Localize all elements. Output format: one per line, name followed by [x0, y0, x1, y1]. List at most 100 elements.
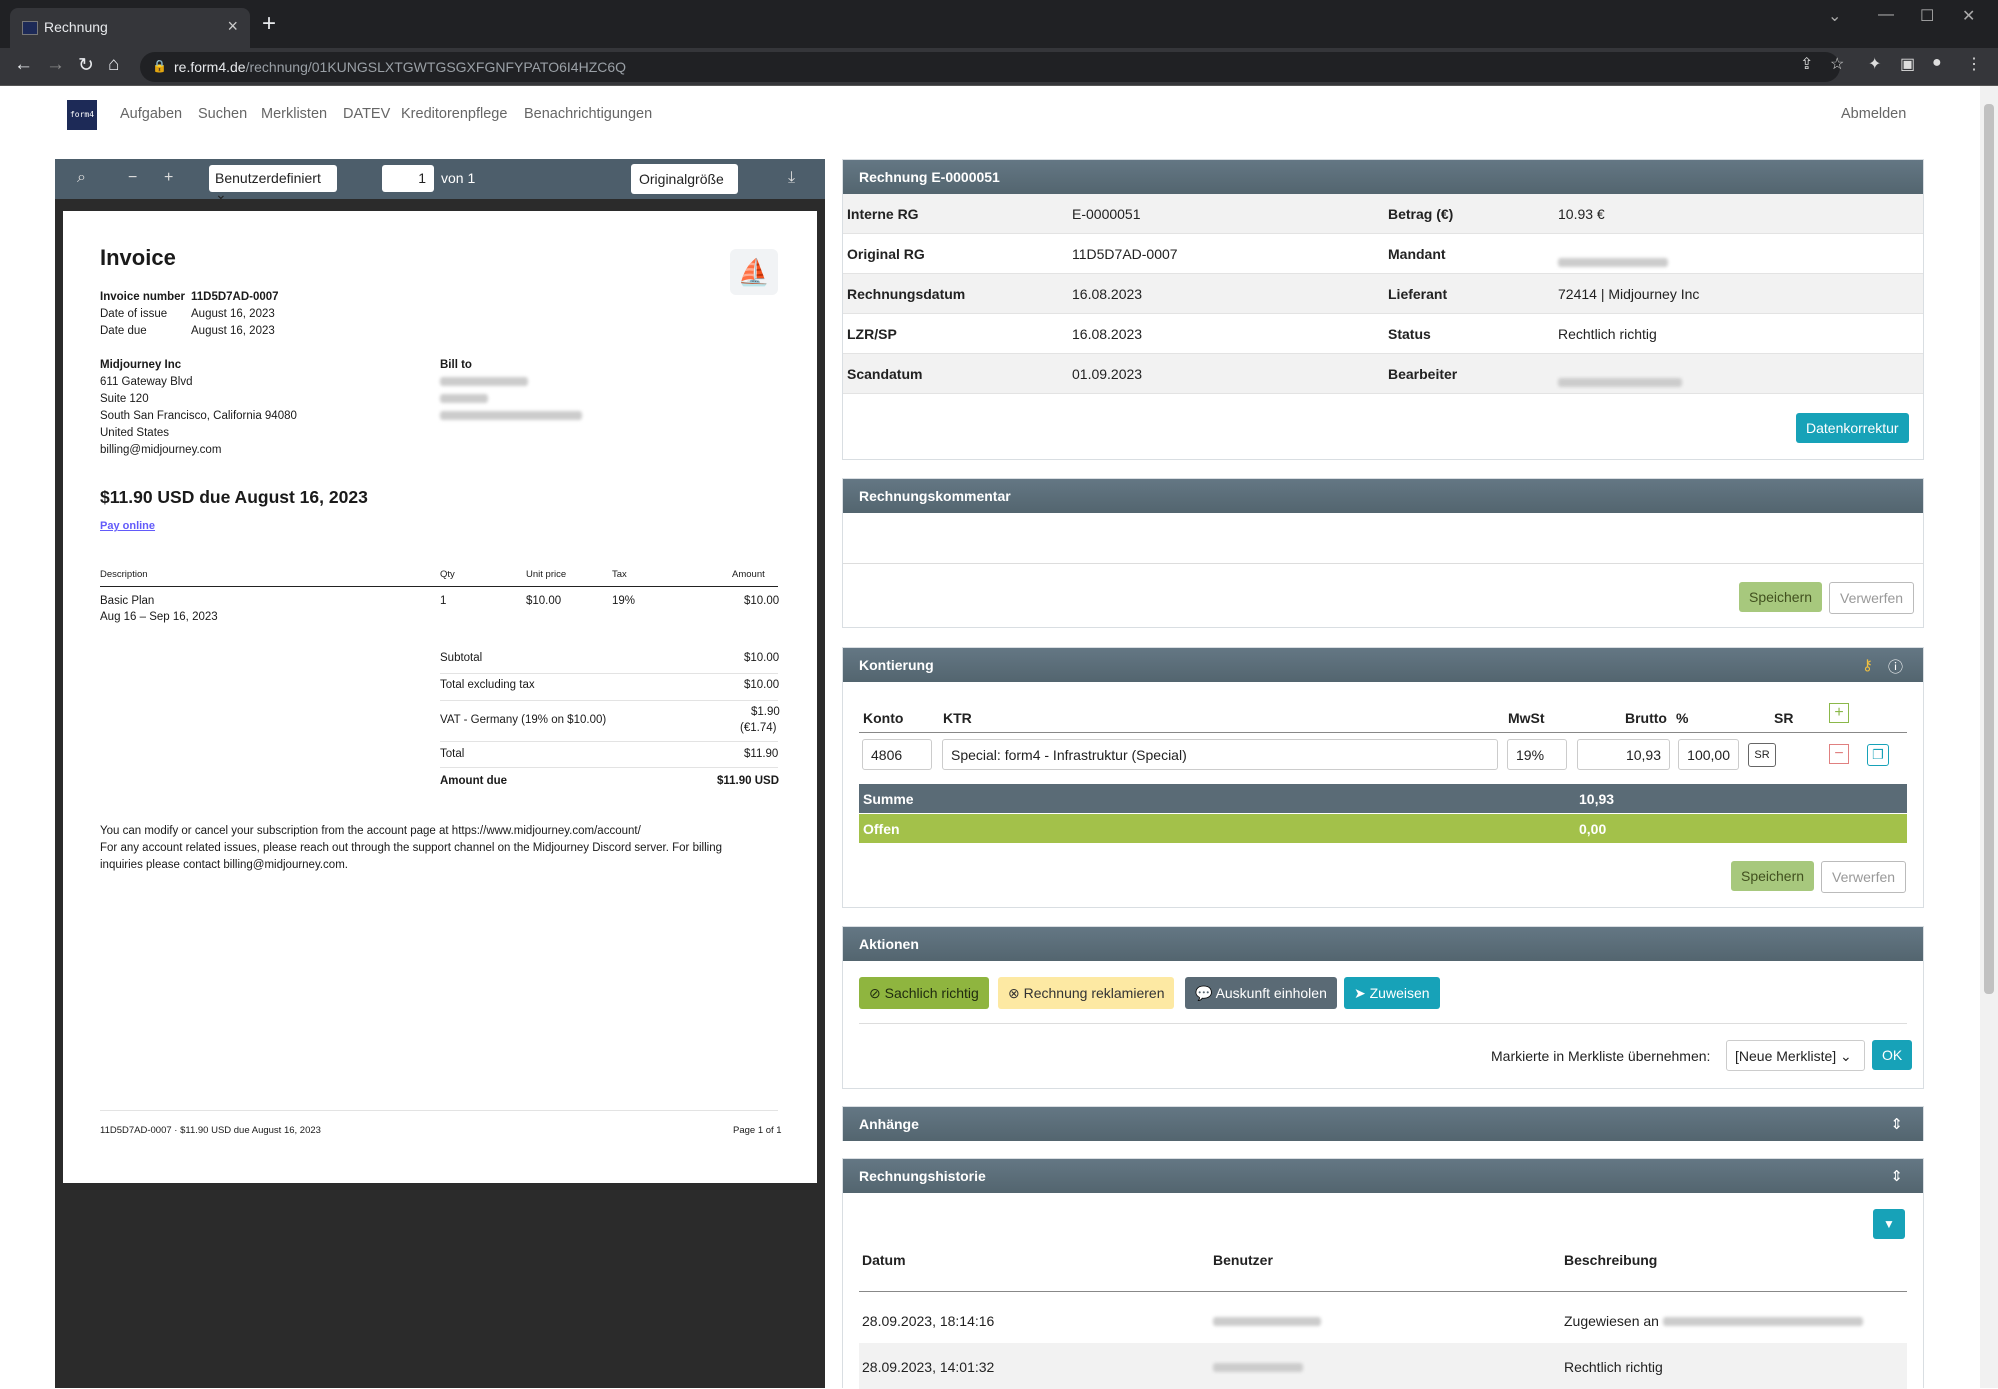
expand-icon[interactable]: ⇕	[1890, 1115, 1903, 1133]
summe-row: Summe 10,93	[859, 784, 1907, 813]
merkliste-ok-button[interactable]: OK	[1872, 1040, 1913, 1070]
meta-value: August 16, 2023	[191, 325, 275, 337]
address-bar[interactable]: 🔒 re.form4.de/rechnung/01KUNGSLXTGWTGSGX…	[140, 52, 1840, 82]
percent-input[interactable]: 100,00	[1678, 739, 1739, 770]
invoice-details-card: Rechnung E-0000051 Interne RG E-0000051 B…	[842, 159, 1924, 460]
total-label: Subtotal	[440, 652, 483, 664]
detail-row: Interne RG E-0000051 Betrag (€) 10.93 €	[843, 194, 1923, 234]
add-row-icon[interactable]: +	[1829, 703, 1849, 723]
lock-icon: 🔒	[152, 59, 167, 73]
zoom-select[interactable]: Benutzerdefiniert ⌄	[209, 165, 337, 202]
item-amount: $10.00	[744, 595, 780, 607]
bookmark-star-icon[interactable]: ☆	[1830, 54, 1844, 74]
total-label: VAT - Germany (19% on $10.00)	[440, 714, 607, 726]
copy-row-icon[interactable]: ❐	[1867, 744, 1889, 766]
divider	[440, 741, 778, 742]
mwst-input[interactable]: 19%	[1507, 739, 1567, 770]
forward-icon[interactable]: →	[46, 54, 65, 76]
share-icon[interactable]: ⇪	[1800, 54, 1813, 74]
from-line: South San Francisco, California 94080	[100, 410, 297, 422]
remove-row-icon[interactable]: −	[1829, 744, 1849, 764]
kontierung-save-button[interactable]: Speichern	[1731, 861, 1815, 891]
nav-datev[interactable]: DATEV	[343, 106, 390, 122]
key-icon[interactable]: ⚷	[1862, 656, 1873, 674]
new-tab-icon[interactable]: +	[262, 10, 276, 38]
back-icon[interactable]: ←	[14, 54, 33, 76]
browser-tab[interactable]: Rechnung ×	[10, 8, 250, 48]
col-qty: Qty	[440, 569, 455, 580]
chat-icon: 💬	[1195, 985, 1216, 1001]
nav-kreditorenpflege[interactable]: Kreditorenpflege	[401, 106, 507, 122]
konto-input[interactable]: 4806	[862, 739, 932, 770]
scrollbar-thumb[interactable]	[1984, 104, 1994, 994]
nav-benachrichtigungen[interactable]: Benachrichtigungen	[524, 106, 652, 122]
invoice-details-header: Rechnung E-0000051	[843, 160, 1923, 194]
comment-save-button[interactable]: Speichern	[1739, 582, 1823, 612]
home-icon[interactable]: ⌂	[108, 54, 119, 76]
item-desc: Basic Plan	[100, 595, 155, 607]
profile-avatar-icon[interactable]: ●	[1932, 54, 1942, 72]
attachments-header[interactable]: Anhänge ⇕	[843, 1107, 1923, 1141]
midjourney-logo-icon: ⛵	[730, 249, 778, 295]
note-line: For any account related issues, please r…	[100, 842, 722, 854]
expand-icon[interactable]: ⇕	[1890, 1167, 1903, 1185]
from-line: Midjourney Inc	[100, 359, 182, 371]
bill-to-label: Bill to	[440, 359, 472, 371]
pdf-viewer: ⌕ − + Benutzerdefiniert ⌄ 1 von 1 Origin…	[55, 159, 825, 1388]
reload-icon[interactable]: ↻	[78, 54, 94, 77]
ktr-input[interactable]: Special: form4 - Infrastruktur (Special)	[942, 739, 1498, 770]
detail-row: Rechnungsdatum 16.08.2023 Lieferant 72414 …	[843, 274, 1923, 314]
sidepanel-icon[interactable]: ▣	[1900, 54, 1915, 74]
zuweisen-button[interactable]: ➤ Zuweisen	[1344, 977, 1440, 1009]
nav-suchen[interactable]: Suchen	[198, 106, 247, 122]
extensions-icon[interactable]: ✦	[1868, 54, 1881, 74]
pay-online-link[interactable]: Pay online	[100, 520, 155, 532]
divider	[859, 1023, 1907, 1024]
kontierung-discard-button[interactable]: Verwerfen	[1821, 861, 1907, 893]
zoom-out-icon[interactable]: −	[128, 169, 137, 187]
close-tab-icon[interactable]: ×	[227, 16, 238, 37]
total-label: Total	[440, 748, 465, 760]
meta-key: Invoice number	[100, 291, 185, 303]
actions-card: Aktionen ⊘ Sachlich richtig ⊗ Rechnung r…	[842, 926, 1924, 1089]
sachlich-richtig-button[interactable]: ⊘ Sachlich richtig	[859, 977, 989, 1009]
menu-icon[interactable]: ⋮	[1966, 54, 1982, 74]
download-icon[interactable]: ⤓	[788, 169, 795, 187]
attachments-card: Anhänge ⇕	[842, 1106, 1924, 1141]
col-percent: %	[1676, 710, 1689, 726]
form4-logo[interactable]: form4	[67, 100, 97, 130]
window-close-icon[interactable]: ✕	[1962, 6, 1975, 26]
logout-link[interactable]: Abmelden	[1841, 106, 1906, 122]
minimize-icon[interactable]: —	[1878, 6, 1894, 24]
page-number-input[interactable]: 1	[382, 165, 434, 192]
comment-textarea[interactable]	[843, 513, 1923, 564]
divider	[859, 732, 1907, 733]
auskunft-button[interactable]: 💬 Auskunft einholen	[1185, 977, 1337, 1009]
brutto-input[interactable]: 10,93	[1577, 739, 1670, 770]
col-description: Description	[100, 569, 148, 580]
filter-dropdown-icon[interactable]: ▼	[1873, 1209, 1905, 1239]
page-scrollbar[interactable]	[1980, 86, 1998, 1388]
nav-aufgaben[interactable]: Aufgaben	[120, 106, 182, 122]
original-size-button[interactable]: Originalgröße	[631, 164, 738, 194]
history-row: 28.09.2023, 14:01:32 Rechtlich richtig	[859, 1343, 1907, 1389]
pdf-footer-left: 11D5D7AD-0007 · $11.90 USD due August 16…	[100, 1125, 321, 1136]
reklamieren-button[interactable]: ⊗ Rechnung reklamieren	[998, 977, 1175, 1009]
history-header[interactable]: Rechnungshistorie ⇕	[843, 1159, 1923, 1193]
search-icon[interactable]: ⌕	[77, 169, 86, 187]
divider	[440, 700, 778, 701]
nav-merklisten[interactable]: Merklisten	[261, 106, 327, 122]
divider	[440, 673, 778, 674]
comment-discard-button[interactable]: Verwerfen	[1829, 582, 1915, 614]
total-value: $1.90	[751, 706, 780, 718]
footer-divider	[100, 1110, 778, 1111]
check-circle-icon: ⊘	[869, 985, 885, 1001]
datenkorrektur-button[interactable]: Datenkorrektur	[1796, 413, 1909, 443]
maximize-icon[interactable]: ☐	[1920, 6, 1934, 26]
zoom-in-icon[interactable]: +	[164, 169, 173, 187]
merkliste-select[interactable]: [Neue Merkliste] ⌄	[1726, 1040, 1865, 1071]
info-icon[interactable]: ⓘ	[1888, 656, 1903, 677]
from-line: Suite 120	[100, 393, 149, 405]
sr-button[interactable]: SR	[1748, 743, 1776, 767]
tab-search-icon[interactable]: ⌄	[1828, 6, 1841, 26]
